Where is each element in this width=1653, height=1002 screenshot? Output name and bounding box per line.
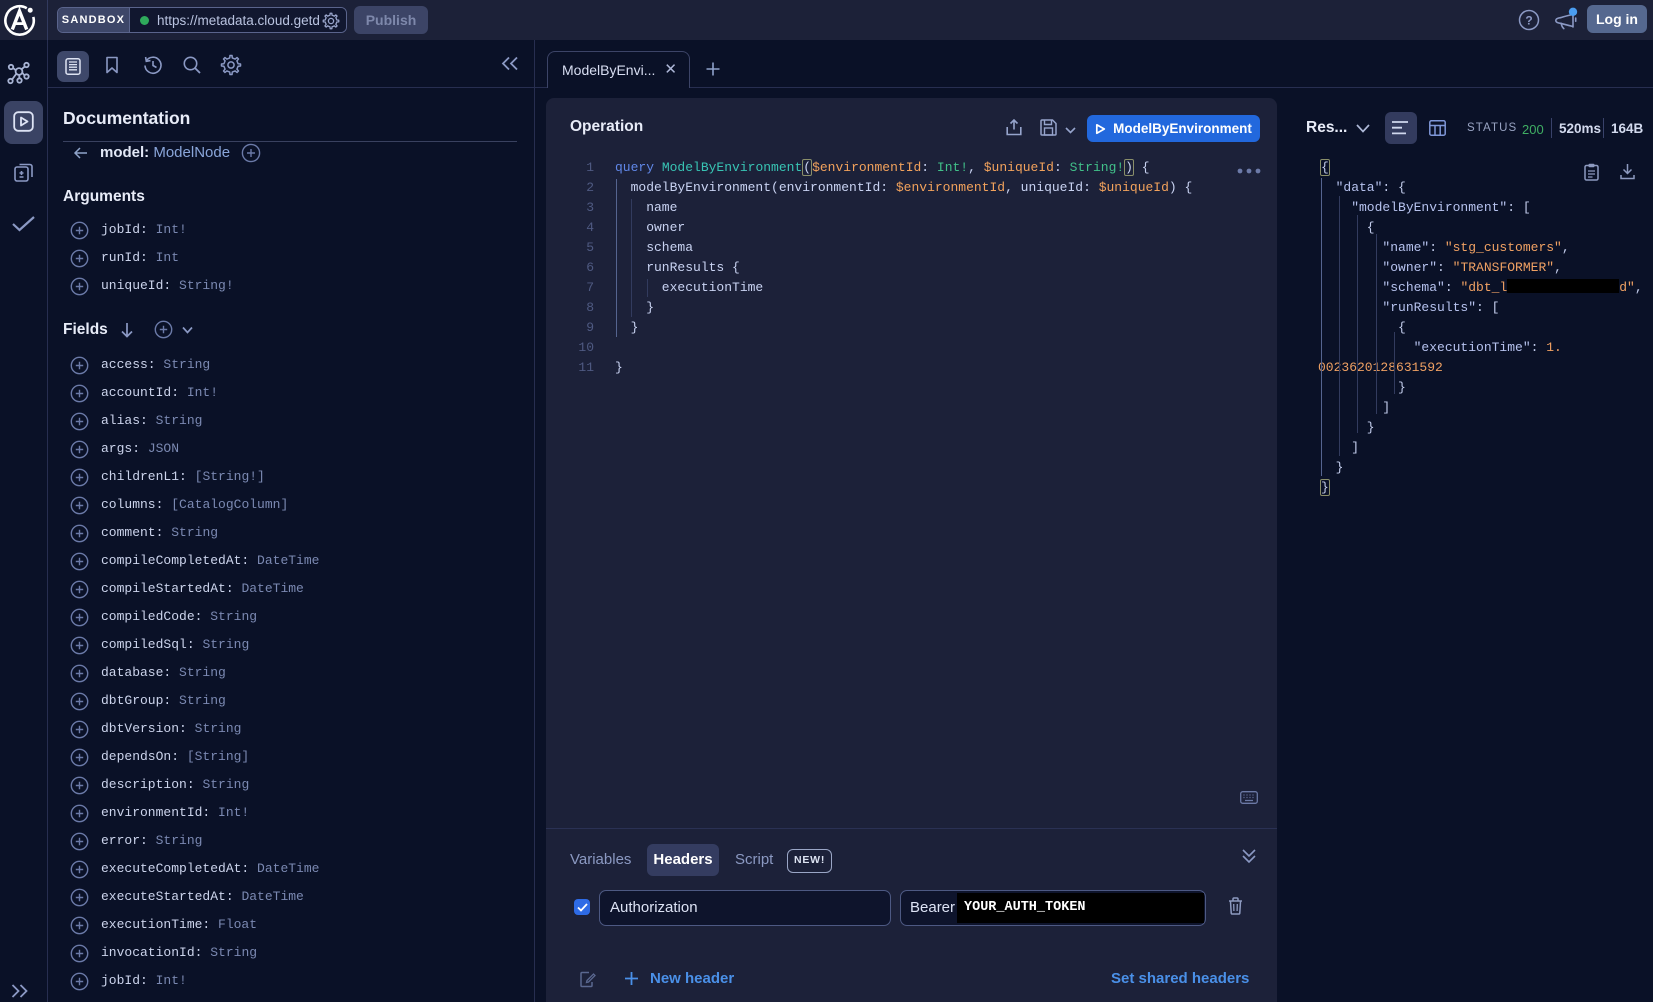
- svg-text:?: ?: [1525, 14, 1532, 28]
